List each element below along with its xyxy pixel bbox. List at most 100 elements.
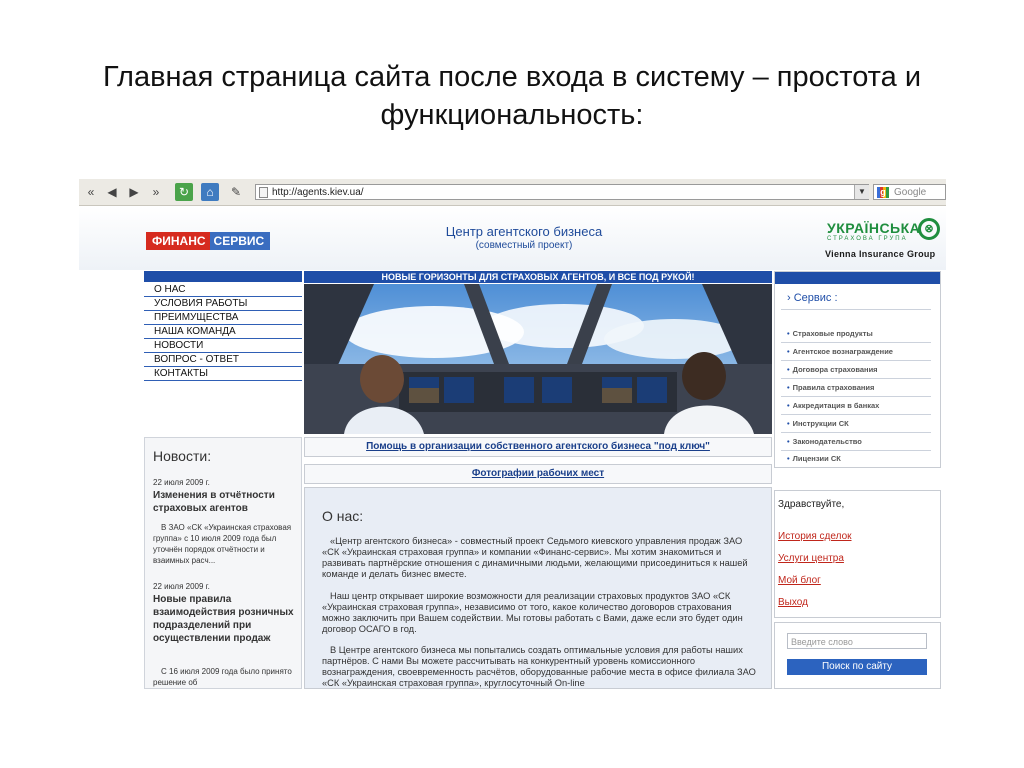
nav-item-team[interactable]: НАША КОМАНДА bbox=[144, 325, 302, 339]
service-item-label: Агентское вознаграждение bbox=[792, 347, 893, 356]
center-services-link[interactable]: Услуги центра bbox=[778, 553, 844, 564]
cockpit-illustration bbox=[304, 284, 772, 434]
browser-toolbar: « ◀ ▶ » ↻ ⌂ ✎ http://agents.kiev.ua/ ▼ g… bbox=[79, 179, 946, 206]
nav-item-about[interactable]: О НАС bbox=[144, 283, 302, 297]
news-heading: Новости: bbox=[153, 448, 212, 464]
service-item[interactable]: • Аккредитация в банках bbox=[787, 401, 879, 410]
about-panel: О нас: «Центр агентского бизнеса» - совм… bbox=[304, 487, 772, 689]
bullet-icon: • bbox=[787, 401, 790, 410]
about-paragraph: В Центре агентского бизнеса мы попыталис… bbox=[322, 645, 756, 688]
service-item-label: Инструкции СК bbox=[792, 419, 849, 428]
news-text: В ЗАО «СК «Украинская страховая группа» … bbox=[153, 523, 292, 565]
back-arrow-icon[interactable]: ◀ bbox=[103, 183, 121, 201]
about-paragraph: «Центр агентского бизнеса» - совместный … bbox=[322, 536, 748, 579]
forward-arrow-icon[interactable]: ▶ bbox=[125, 183, 143, 201]
service-item[interactable]: • Договора страхования bbox=[787, 365, 878, 374]
slide-title: Главная страница сайта после входа в сис… bbox=[60, 58, 964, 134]
website-screenshot: « ◀ ▶ » ↻ ⌂ ✎ http://agents.kiev.ua/ ▼ g… bbox=[79, 179, 946, 689]
logout-link[interactable]: Выход bbox=[778, 597, 808, 608]
service-item-label: Аккредитация в банках bbox=[792, 401, 880, 410]
service-item[interactable]: • Законодательство bbox=[787, 437, 862, 446]
divider bbox=[781, 450, 931, 451]
partner-logo[interactable]: УКРАЇНСЬКА СТРАХОВА ГРУПА ⊗ Vienna Insur… bbox=[825, 218, 943, 264]
deal-history-link[interactable]: История сделок bbox=[778, 531, 852, 542]
service-item[interactable]: • Правила страхования bbox=[787, 383, 874, 392]
service-header-bar bbox=[775, 272, 940, 284]
divider bbox=[781, 309, 931, 310]
bullet-icon: • bbox=[787, 383, 790, 392]
slide-title-line1: Главная страница сайта после входа в сис… bbox=[102, 61, 922, 93]
news-title[interactable]: Новые правила взаимодействия розничных п… bbox=[153, 593, 298, 645]
cockpit-photo bbox=[304, 284, 772, 434]
about-heading: О нас: bbox=[322, 508, 364, 524]
google-icon: g bbox=[877, 187, 889, 198]
page-icon bbox=[259, 187, 268, 198]
news-title[interactable]: Изменения в отчётности страховых агентов bbox=[153, 489, 298, 515]
service-item-label: Законодательство bbox=[792, 437, 862, 446]
site-header: ФИНАНС СЕРВИС Центр агентского бизнеса (… bbox=[79, 206, 946, 270]
news-date: 22 июля 2009 г. bbox=[153, 478, 210, 487]
slide-title-line2: функциональность: bbox=[380, 99, 644, 131]
service-item-label: Страховые продукты bbox=[792, 329, 873, 338]
left-nav: О НАС УСЛОВИЯ РАБОТЫ ПРЕИМУЩЕСТВА НАША К… bbox=[144, 283, 302, 381]
bullet-icon: • bbox=[787, 419, 790, 428]
nav-item-conditions[interactable]: УСЛОВИЯ РАБОТЫ bbox=[144, 297, 302, 311]
bullet-icon: • bbox=[787, 437, 790, 446]
logo-part1: ФИНАНС bbox=[146, 232, 210, 250]
nav-item-advantages[interactable]: ПРЕИМУЩЕСТВА bbox=[144, 311, 302, 325]
service-item-label: Лицензии СК bbox=[792, 454, 841, 463]
divider bbox=[781, 342, 931, 343]
divider bbox=[781, 396, 931, 397]
service-item[interactable]: • Лицензии СК bbox=[787, 454, 841, 463]
user-panel: Здравствуйте, История сделок Услуги цент… bbox=[774, 490, 941, 618]
pencil-icon[interactable]: ✎ bbox=[227, 183, 245, 201]
divider bbox=[781, 360, 931, 361]
partner-name: УКРАЇНСЬКА bbox=[827, 220, 921, 236]
finance-service-logo[interactable]: ФИНАНС СЕРВИС bbox=[146, 232, 271, 250]
turnkey-link[interactable]: Помощь в организации собственного агентс… bbox=[304, 437, 772, 457]
bullet-icon: • bbox=[787, 329, 790, 338]
greeting: Здравствуйте, bbox=[778, 499, 845, 510]
service-heading: › Сервис : bbox=[787, 292, 838, 304]
site-search-input[interactable]: Введите слово bbox=[787, 633, 927, 649]
service-panel: › Сервис : • Страховые продукты • Агентско… bbox=[774, 271, 941, 468]
divider bbox=[781, 378, 931, 379]
left-nav-header-bar bbox=[144, 271, 302, 282]
nav-item-contacts[interactable]: КОНТАКТЫ bbox=[144, 367, 302, 381]
url-text: http://agents.kiev.ua/ bbox=[272, 187, 364, 198]
partner-group: Vienna Insurance Group bbox=[825, 249, 936, 259]
nav-item-faq[interactable]: ВОПРОС - ОТВЕТ bbox=[144, 353, 302, 367]
service-item[interactable]: • Страховые продукты bbox=[787, 329, 873, 338]
site-subtitle: (совместный проект) bbox=[475, 240, 573, 251]
home-icon[interactable]: ⌂ bbox=[201, 183, 219, 201]
my-blog-link[interactable]: Мой блог bbox=[778, 575, 821, 586]
photos-link[interactable]: Фотографии рабочих мест bbox=[304, 464, 772, 484]
news-panel: Новости: 22 июля 2009 г. Изменения в отч… bbox=[144, 437, 302, 689]
news-date: 22 июля 2009 г. bbox=[153, 582, 210, 591]
service-item-label: Правила страхования bbox=[792, 383, 875, 392]
reload-icon[interactable]: ↻ bbox=[175, 183, 193, 201]
site-search-button[interactable]: Поиск по сайту bbox=[787, 659, 927, 675]
logo-part2: СЕРВИС bbox=[209, 232, 271, 250]
site-search-panel: Введите слово Поиск по сайту bbox=[774, 622, 941, 689]
bullet-icon: • bbox=[787, 347, 790, 356]
browser-search-box[interactable]: g Google bbox=[873, 184, 946, 200]
bullet-icon: • bbox=[787, 365, 790, 374]
rewind-icon[interactable]: « bbox=[82, 183, 100, 201]
service-item[interactable]: • Агентское вознаграждение bbox=[787, 347, 893, 356]
address-bar[interactable]: http://agents.kiev.ua/ bbox=[255, 184, 869, 200]
nav-item-news[interactable]: НОВОСТИ bbox=[144, 339, 302, 353]
partner-emblem-icon: ⊗ bbox=[918, 218, 940, 240]
news-text: С 16 июля 2009 года было принято решение… bbox=[153, 667, 292, 687]
about-paragraph: Наш центр открывает широкие возможности … bbox=[322, 591, 743, 634]
search-engine-label: Google bbox=[894, 187, 927, 198]
service-item-label: Договора страхования bbox=[792, 365, 878, 374]
bullet-icon: • bbox=[787, 454, 790, 463]
divider bbox=[781, 414, 931, 415]
divider bbox=[781, 432, 931, 433]
slogan-banner: НОВЫЕ ГОРИЗОНТЫ ДЛЯ СТРАХОВЫХ АГЕНТОВ, И… bbox=[304, 271, 772, 283]
chevron-down-icon[interactable]: ▼ bbox=[854, 185, 869, 199]
service-item[interactable]: • Инструкции СК bbox=[787, 419, 849, 428]
partner-sub: СТРАХОВА ГРУПА bbox=[827, 236, 908, 242]
fast-forward-icon[interactable]: » bbox=[147, 183, 165, 201]
